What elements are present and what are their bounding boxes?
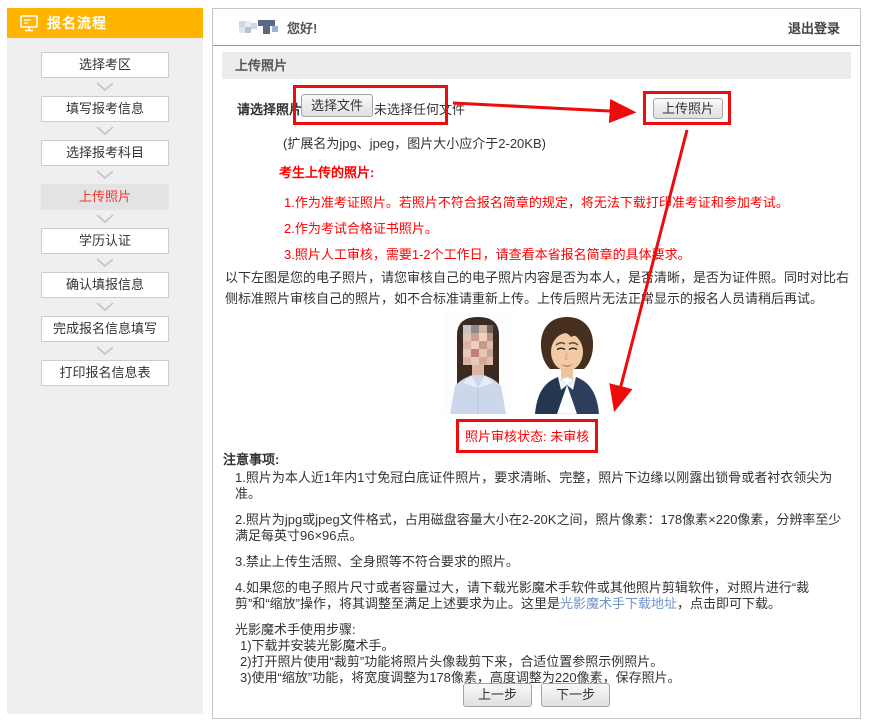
example-photo — [528, 314, 606, 414]
chevron-down-icon — [96, 82, 114, 92]
notes-heading: 注意事项: — [223, 449, 279, 468]
sidebar-step-complete-registration[interactable]: 完成报名信息填写 — [41, 316, 169, 342]
page: 报名流程 选择考区 填写报考信息 选择报考科目 上传照片 学历认证 确认填报信息… — [0, 0, 873, 728]
main-panel: 您好! 退出登录 上传照片 请选择照片: 选择文件 未选择任何文件 上传照片 (… — [212, 8, 861, 719]
prev-step-button[interactable]: 上一步 — [463, 683, 532, 707]
download-link[interactable]: 光影魔术手下载地址 — [560, 596, 677, 611]
photo-usage-note-2: 2.作为考试合格证书照片。 — [284, 218, 438, 237]
review-instructions: 以下左图是您的电子照片，请您审核自己的电子照片内容是否为本人，是否清晰，是否为证… — [225, 267, 849, 309]
software-steps-heading: 光影魔术手使用步骤: — [235, 622, 847, 638]
software-step-1: 1)下载并安装光影魔术手。 — [235, 638, 847, 654]
footer-buttons: 上一步 下一步 — [213, 683, 860, 707]
chevron-down-icon — [96, 214, 114, 224]
file-format-hint: (扩展名为jpg、jpeg，图片大小应介于2-20KB) — [283, 133, 546, 152]
sidebar-step-confirm-info[interactable]: 确认填报信息 — [41, 272, 169, 298]
sidebar-header: 报名流程 — [7, 8, 203, 38]
sidebar-step-print-form[interactable]: 打印报名信息表 — [41, 360, 169, 386]
note-item-1: 1.照片为本人近1年内1寸免冠白底证件照片，要求清晰、完整，照片下边缘以刚露出锁… — [235, 470, 847, 502]
candidate-photo-heading: 考生上传的照片: — [279, 162, 374, 181]
photo-review-status: 照片审核状态: 未审核 — [465, 426, 589, 445]
annotation-box-file-input — [293, 85, 448, 125]
notes-body: 1.照片为本人近1年内1寸免冠白底证件照片，要求清晰、完整，照片下边缘以刚露出锁… — [235, 470, 847, 686]
sidebar-title: 报名流程 — [47, 13, 107, 33]
note-item-3: 3.禁止上传生活照、全身照等不符合要求的照片。 — [235, 554, 847, 570]
photo-usage-note-1: 1.作为准考证照片。若照片不符合报名简章的规定，将无法下载打印准考证和参加考试。 — [284, 192, 789, 211]
chevron-down-icon — [96, 258, 114, 268]
note-item-4: 4.如果您的电子照片尺寸或者容量过大，请下载光影魔术手软件或其他照片剪辑软件，对… — [235, 580, 847, 612]
chevron-down-icon — [96, 170, 114, 180]
sidebar-steps: 选择考区 填写报考信息 选择报考科目 上传照片 学历认证 确认填报信息 完成报名… — [7, 38, 203, 386]
panel-header: 您好! 退出登录 — [213, 9, 860, 46]
sidebar-step-select-subjects[interactable]: 选择报考科目 — [41, 140, 169, 166]
note-item-4-suffix: ，点击即可下载。 — [677, 596, 781, 611]
sidebar-step-select-area[interactable]: 选择考区 — [41, 52, 169, 78]
user-greeting: 您好! — [239, 18, 317, 37]
section-title: 上传照片 — [222, 52, 851, 79]
next-step-button[interactable]: 下一步 — [541, 683, 610, 707]
chevron-down-icon — [96, 302, 114, 312]
sidebar-step-fill-info[interactable]: 填写报考信息 — [41, 96, 169, 122]
note-item-2: 2.照片为jpg或jpeg文件格式，占用磁盘容量大小在2-20K之间，照片像素：… — [235, 512, 847, 544]
sidebar-step-education-cert[interactable]: 学历认证 — [41, 228, 169, 254]
greeting-text: 您好! — [287, 18, 317, 37]
chevron-down-icon — [96, 346, 114, 356]
chevron-down-icon — [96, 126, 114, 136]
monitor-icon — [19, 14, 39, 33]
logout-link[interactable]: 退出登录 — [788, 18, 840, 37]
annotation-box-upload-button — [643, 91, 731, 125]
sidebar: 报名流程 选择考区 填写报考信息 选择报考科目 上传照片 学历认证 确认填报信息… — [7, 8, 203, 714]
uploaded-photo-censored — [444, 313, 512, 414]
censored-username — [239, 18, 281, 36]
software-step-2: 2)打开照片使用“裁剪”功能将照片头像裁剪下来，合适位置参照示例照片。 — [235, 654, 847, 670]
photo-usage-note-3: 3.照片人工审核，需要1-2个工作日，请查看本省报名简章的具体要求。 — [284, 244, 691, 263]
sidebar-step-upload-photo[interactable]: 上传照片 — [41, 184, 169, 210]
